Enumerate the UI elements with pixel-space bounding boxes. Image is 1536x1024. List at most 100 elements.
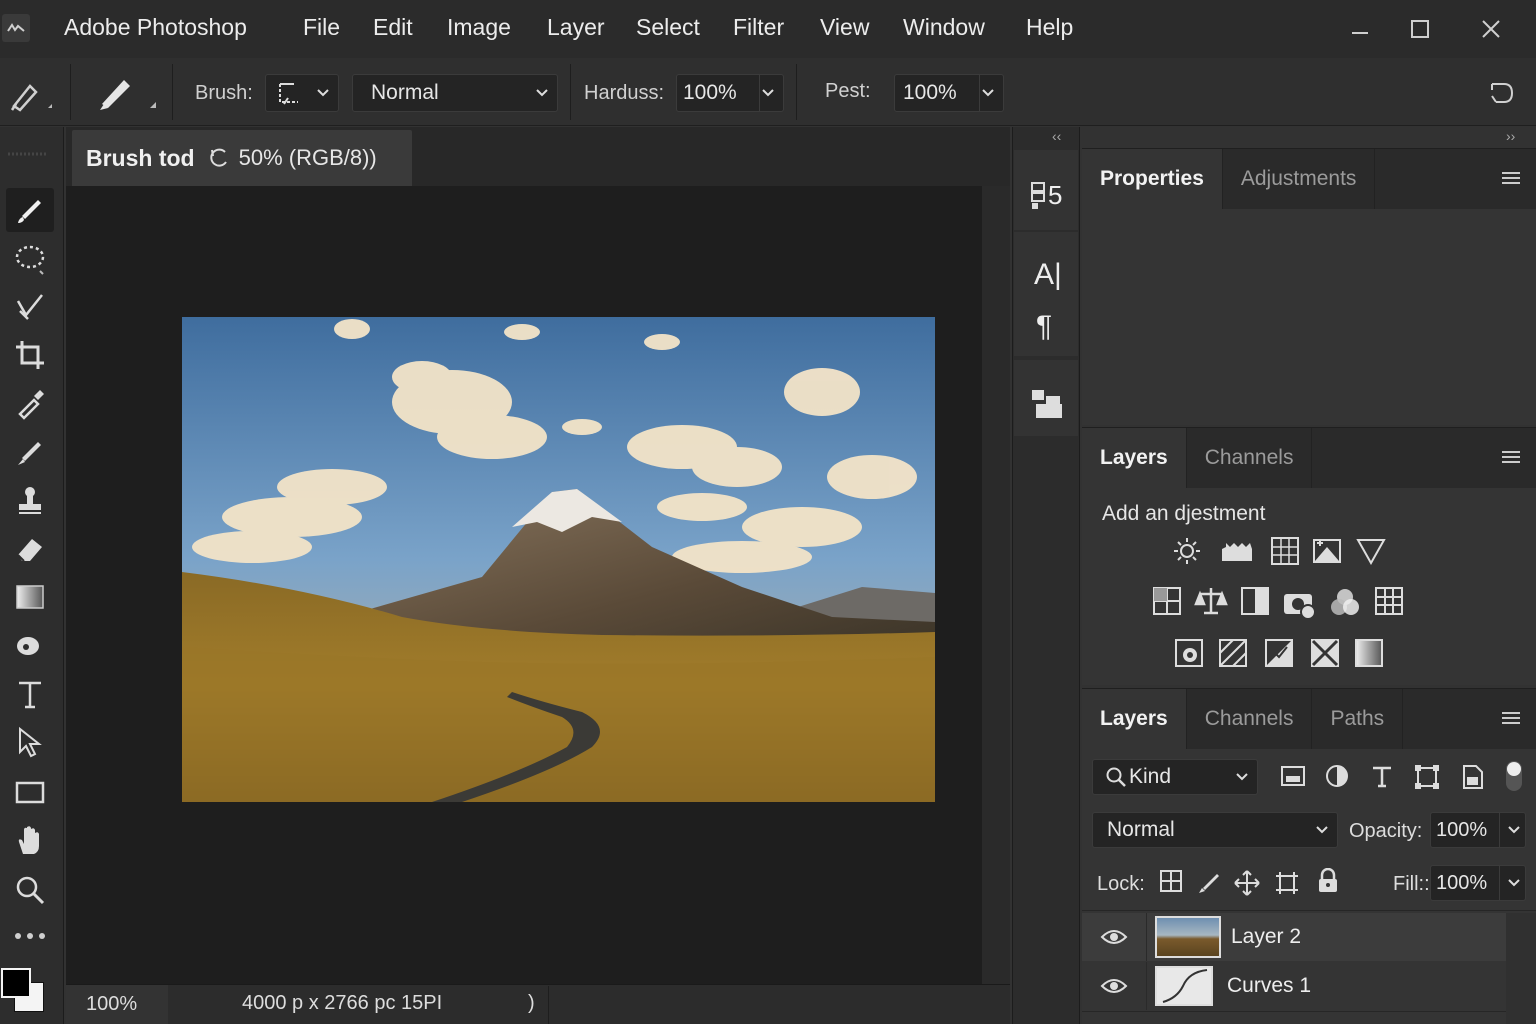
pressure-icon[interactable] bbox=[1488, 80, 1516, 106]
paragraph-panel-button[interactable]: ¶ bbox=[1036, 310, 1052, 344]
menu-image[interactable]: Image bbox=[447, 14, 511, 41]
libraries-icon[interactable] bbox=[1030, 388, 1064, 420]
smudge-tool[interactable] bbox=[6, 624, 54, 668]
levels-icon[interactable] bbox=[1220, 536, 1254, 566]
opacity-value: 100% bbox=[1436, 818, 1488, 841]
brush-preset-picker[interactable] bbox=[265, 74, 339, 112]
tab-properties[interactable]: Properties bbox=[1082, 149, 1223, 209]
color-lookup-icon[interactable] bbox=[1374, 586, 1404, 616]
tab-adjustments[interactable]: Adjustments bbox=[1223, 149, 1376, 209]
exposure-icon[interactable] bbox=[1312, 536, 1342, 566]
eraser-tool[interactable] bbox=[6, 527, 54, 571]
menu-edit[interactable]: Edit bbox=[373, 14, 413, 41]
lasso-tool[interactable] bbox=[6, 237, 54, 281]
visibility-eye-icon[interactable] bbox=[1100, 976, 1128, 996]
layer-row-curves-1[interactable]: Curves 1 bbox=[1082, 962, 1506, 1010]
filter-shape-icon[interactable] bbox=[1414, 764, 1440, 790]
filter-type-icon[interactable] bbox=[1370, 764, 1394, 788]
zoom-field[interactable]: 100% bbox=[66, 985, 168, 1024]
collapse-icon[interactable]: ‹‹ bbox=[1052, 128, 1061, 144]
posterize-icon[interactable] bbox=[1218, 638, 1248, 668]
history-button[interactable]: 5 bbox=[1030, 180, 1062, 211]
fill-label: Fill:: bbox=[1393, 873, 1430, 895]
lock-transparent-pixels-icon[interactable] bbox=[1160, 870, 1182, 892]
status-menu-arrow[interactable]: ) bbox=[528, 992, 535, 1015]
black-white-icon[interactable] bbox=[1240, 586, 1270, 616]
brush-tool-icon[interactable] bbox=[92, 74, 158, 114]
menu-window[interactable]: Window bbox=[903, 14, 985, 41]
vertical-scrollbar[interactable] bbox=[982, 186, 1010, 984]
crop-tool[interactable] bbox=[6, 333, 54, 377]
hand-tool[interactable] bbox=[6, 818, 54, 862]
zoom-tool[interactable] bbox=[6, 868, 54, 912]
layers-scrollbar[interactable] bbox=[1506, 913, 1536, 1024]
gradient-tool[interactable] bbox=[6, 575, 54, 619]
panel-menu-icon[interactable] bbox=[1502, 711, 1520, 725]
panel-menu-icon[interactable] bbox=[1502, 450, 1520, 464]
character-panel-button[interactable]: A| bbox=[1034, 258, 1062, 292]
vibrance-icon[interactable] bbox=[1356, 536, 1386, 566]
rectangle-tool[interactable] bbox=[6, 770, 54, 814]
selective-color-icon[interactable] bbox=[1310, 638, 1340, 668]
document-tab[interactable]: Brush tod 50% (RGB/8)) bbox=[72, 130, 412, 186]
fill-input[interactable]: 100% bbox=[1430, 865, 1526, 901]
quick-selection-tool[interactable] bbox=[6, 285, 54, 329]
lock-all-icon[interactable] bbox=[1317, 868, 1339, 894]
opacity-input[interactable]: 100% bbox=[1430, 812, 1526, 848]
filter-pixel-icon[interactable] bbox=[1280, 764, 1306, 788]
more-tools-icon[interactable] bbox=[6, 914, 54, 958]
color-balance-icon[interactable] bbox=[1194, 586, 1228, 616]
layer-row-layer-2[interactable]: Layer 2 bbox=[1082, 913, 1536, 961]
visibility-eye-icon[interactable] bbox=[1100, 927, 1128, 947]
close-button[interactable] bbox=[1474, 12, 1508, 46]
threshold-icon[interactable] bbox=[1264, 638, 1294, 668]
lock-position-icon[interactable] bbox=[1234, 870, 1260, 896]
gradient-map-icon[interactable] bbox=[1354, 638, 1384, 668]
channel-mixer-icon[interactable] bbox=[1328, 586, 1362, 620]
filter-adjustment-icon[interactable] bbox=[1325, 764, 1349, 788]
panel-menu-icon[interactable] bbox=[1502, 171, 1520, 185]
menu-filter[interactable]: Filter bbox=[733, 14, 784, 41]
tab-channels[interactable]: Channels bbox=[1187, 428, 1313, 488]
app-logo-icon[interactable] bbox=[2, 14, 30, 42]
brush-tool[interactable] bbox=[6, 188, 54, 232]
maximize-button[interactable] bbox=[1403, 12, 1437, 46]
layer-name[interactable]: Layer 2 bbox=[1231, 925, 1301, 949]
menu-view[interactable]: View bbox=[820, 14, 869, 41]
layer-filter-dropdown[interactable]: Kind bbox=[1092, 759, 1258, 795]
tab-paths[interactable]: Paths bbox=[1312, 689, 1404, 749]
layer-name[interactable]: Curves 1 bbox=[1227, 974, 1311, 998]
hardness-input[interactable]: 100% bbox=[676, 74, 784, 112]
hue-saturation-icon[interactable] bbox=[1152, 586, 1182, 616]
lock-image-pixels-icon[interactable] bbox=[1197, 870, 1221, 894]
layer-row-partial bbox=[1082, 1011, 1506, 1024]
foreground-color-swatch[interactable] bbox=[1, 968, 31, 998]
clone-stamp-tool[interactable] bbox=[6, 478, 54, 522]
healing-brush-tool[interactable] bbox=[6, 430, 54, 474]
menu-select[interactable]: Select bbox=[636, 14, 700, 41]
tab-channels[interactable]: Channels bbox=[1187, 689, 1313, 749]
invert-icon[interactable] bbox=[1174, 638, 1204, 668]
lock-artboard-icon[interactable] bbox=[1274, 870, 1300, 896]
expand-icon[interactable]: ›› bbox=[1506, 128, 1515, 144]
path-selection-tool[interactable] bbox=[6, 720, 54, 764]
menu-layer[interactable]: Layer bbox=[547, 14, 605, 41]
blend-mode-dropdown[interactable]: Normal bbox=[352, 74, 558, 112]
minimize-button[interactable] bbox=[1343, 12, 1377, 46]
eyedropper-tool[interactable] bbox=[6, 382, 54, 426]
tool-preset-icon[interactable] bbox=[8, 78, 52, 112]
toolbar-grip[interactable] bbox=[6, 150, 50, 158]
brightness-contrast-icon[interactable] bbox=[1172, 536, 1202, 566]
pest-input[interactable]: 100% bbox=[894, 74, 1004, 112]
tab-layers[interactable]: Layers bbox=[1082, 689, 1187, 749]
menu-file[interactable]: File bbox=[303, 14, 340, 41]
type-tool[interactable] bbox=[6, 672, 54, 716]
tab-layers[interactable]: Layers bbox=[1082, 428, 1187, 488]
image-canvas[interactable] bbox=[182, 317, 935, 802]
layer-blend-mode-dropdown[interactable]: Normal bbox=[1092, 812, 1338, 848]
photo-filter-icon[interactable] bbox=[1282, 586, 1318, 620]
filter-toggle-icon[interactable] bbox=[1505, 760, 1523, 792]
menu-help[interactable]: Help bbox=[1026, 14, 1073, 41]
curves-grid-icon[interactable] bbox=[1270, 536, 1300, 566]
filter-smart-object-icon[interactable] bbox=[1460, 764, 1484, 790]
